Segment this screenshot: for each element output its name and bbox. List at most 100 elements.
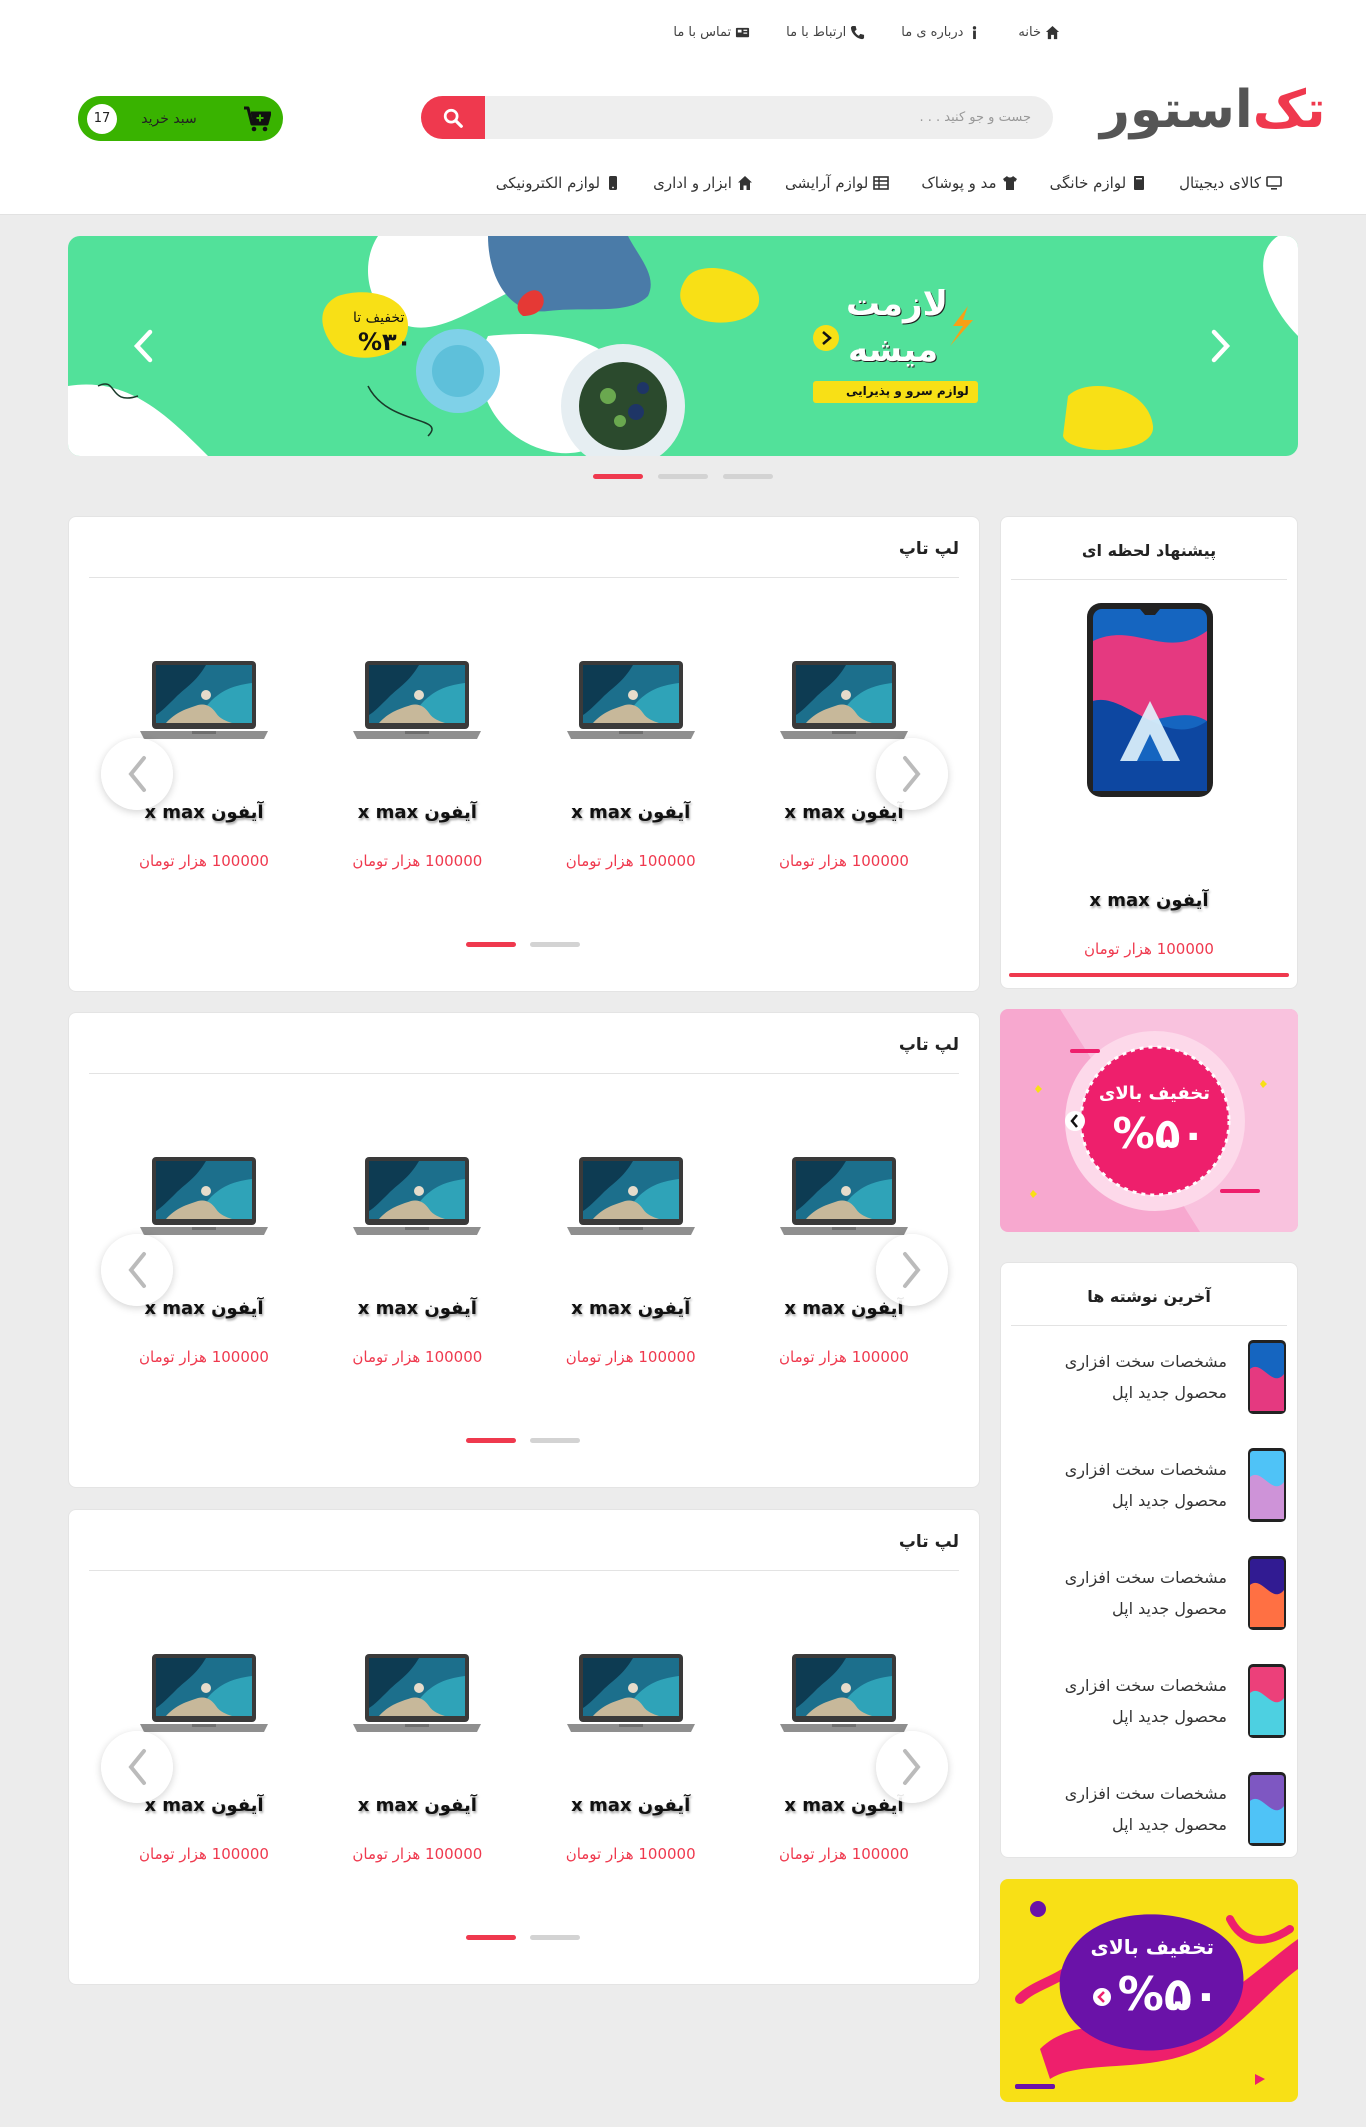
home-icon — [737, 176, 752, 190]
product-card[interactable]: آیفون x max 100000 هزار تومان — [546, 1123, 716, 1366]
section-title: لپ تاپ — [898, 539, 959, 559]
post-thumbnail[interactable] — [1247, 1447, 1287, 1523]
carousel-next-arrow[interactable] — [876, 1234, 948, 1306]
carousel-dot-active[interactable] — [466, 1935, 516, 1940]
category-office-tools[interactable]: ابزار و اداری — [653, 172, 753, 194]
topnav-home[interactable]: خانه — [1018, 20, 1060, 44]
post-title-line1: مشخصات سخت افزاری — [1064, 1568, 1227, 1587]
post-item[interactable]: مشخصات سخت افزاری محصول جدید اپل — [1013, 1337, 1287, 1417]
search-input[interactable] — [485, 96, 1053, 139]
post-item[interactable]: مشخصات سخت افزاری محصول جدید اپل — [1013, 1661, 1287, 1741]
post-thumbnail[interactable] — [1247, 1663, 1287, 1739]
carousel-dot-active[interactable] — [466, 1438, 516, 1443]
carousel-next-arrow[interactable] — [876, 1731, 948, 1803]
carousel-dot-active[interactable] — [466, 942, 516, 947]
product-name[interactable]: آیفون x max — [546, 802, 716, 823]
product-card[interactable]: آیفون x max 100000 هزار تومان — [332, 627, 502, 870]
post-text[interactable]: مشخصات سخت افزاری محصول جدید اپل — [1047, 1670, 1227, 1732]
carousel-next-arrow[interactable] — [876, 738, 948, 810]
carousel-dot[interactable] — [530, 942, 580, 947]
product-card[interactable]: آیفون x max 100000 هزار تومان — [546, 1620, 716, 1863]
laptop-image[interactable] — [776, 1650, 912, 1750]
instant-offer-divider — [1011, 579, 1287, 580]
category-electronics[interactable]: لوازم الکترونیکی — [496, 172, 621, 194]
hero-dot-1[interactable] — [723, 474, 773, 479]
offer-product-name[interactable]: آیفون x max — [1001, 890, 1297, 911]
product-price: 100000 هزار تومان — [565, 852, 696, 870]
post-item[interactable]: مشخصات سخت افزاری محصول جدید اپل — [1013, 1553, 1287, 1633]
hero-next-arrow[interactable] — [128, 326, 158, 366]
topnav-connect[interactable]: ارتباط با ما — [786, 20, 865, 44]
laptop-image[interactable] — [349, 657, 485, 757]
laptop-image[interactable] — [136, 657, 272, 757]
post-thumbnail[interactable] — [1247, 1555, 1287, 1631]
carousel-dot[interactable] — [530, 1935, 580, 1940]
post-thumbnail[interactable] — [1247, 1771, 1287, 1847]
carousel-pagination — [466, 942, 580, 947]
product-card[interactable]: آیفون x max 100000 هزار تومان — [546, 627, 716, 870]
post-item[interactable]: مشخصات سخت افزاری محصول جدید اپل — [1013, 1445, 1287, 1525]
hero-slider[interactable]: لازمت میشه لوازم سرو و پذیرایی تخفیف تا … — [68, 236, 1298, 456]
category-digital[interactable]: کالای دیجیتال — [1179, 172, 1282, 194]
post-item[interactable]: مشخصات سخت افزاری محصول جدید اپل — [1013, 1769, 1287, 1849]
hero-prev-arrow[interactable] — [1206, 326, 1236, 366]
product-price: 100000 هزار تومان — [779, 852, 909, 870]
laptop-image[interactable] — [563, 1153, 699, 1253]
carousel-prev-arrow[interactable] — [101, 1731, 173, 1803]
post-text[interactable]: مشخصات سخت افزاری محصول جدید اپل — [1047, 1778, 1227, 1840]
product-price: 100000 هزار تومان — [352, 852, 483, 870]
product-name[interactable]: آیفون x max — [546, 1795, 716, 1816]
product-name[interactable]: آیفون x max — [332, 1298, 502, 1319]
product-card[interactable]: آیفون x max 100000 هزار تومان — [332, 1123, 502, 1366]
product-name[interactable]: آیفون x max — [332, 802, 502, 823]
category-cosmetics-label: لوازم آرایشی — [784, 174, 869, 192]
search-icon — [443, 108, 463, 128]
banner-pink-value: %۵۰ — [1112, 1109, 1206, 1158]
offer-timer-bar — [1009, 973, 1289, 977]
carousel-prev-arrow[interactable] — [101, 1234, 173, 1306]
hero-discount-value: %۳۰ — [358, 328, 412, 356]
book-icon — [1134, 176, 1145, 190]
post-text[interactable]: مشخصات سخت افزاری محصول جدید اپل — [1047, 1454, 1227, 1516]
site-logo[interactable]: تک استور — [1100, 75, 1326, 145]
search-button[interactable] — [421, 96, 485, 139]
carousel-prev-arrow[interactable] — [101, 738, 173, 810]
post-text[interactable]: مشخصات سخت افزاری محصول جدید اپل — [1047, 1346, 1227, 1408]
carousel-dot[interactable] — [530, 1438, 580, 1443]
laptop-image[interactable] — [349, 1153, 485, 1253]
category-fashion[interactable]: مد و پوشاک — [921, 172, 1017, 194]
laptop-image[interactable] — [136, 1153, 272, 1253]
product-carousel: آیفون x max 100000 هزار تومان آیفون x ma… — [84, 1123, 964, 1366]
product-card[interactable]: آیفون x max 100000 هزار تومان — [332, 1620, 502, 1863]
laptop-image[interactable] — [776, 657, 912, 757]
category-digital-label: کالای دیجیتال — [1179, 174, 1261, 192]
topnav-contact[interactable]: تماس با ما — [673, 20, 750, 44]
info-icon — [973, 25, 977, 39]
product-section: لپ تاپ آیفون x max 100000 هزار تومان آیف… — [68, 1012, 980, 1488]
laptop-image[interactable] — [349, 1650, 485, 1750]
post-text[interactable]: مشخصات سخت افزاری محصول جدید اپل — [1047, 1562, 1227, 1624]
chevron-right-icon — [903, 1749, 921, 1785]
product-name[interactable]: آیفون x max — [546, 1298, 716, 1319]
hero-dot-3[interactable] — [593, 474, 643, 479]
category-cosmetics[interactable]: لوازم آرایشی — [784, 172, 890, 194]
topnav-contact-label: تماس با ما — [673, 24, 732, 40]
hero-dot-2[interactable] — [658, 474, 708, 479]
laptop-image[interactable] — [563, 1650, 699, 1750]
hero-pagination — [593, 474, 773, 479]
offer-phone-image[interactable] — [1085, 601, 1215, 799]
phone-icon — [851, 25, 865, 39]
post-thumbnail[interactable] — [1247, 1339, 1287, 1415]
discount-banner-yellow[interactable]: تخفیف بالای %۵۰ — [1000, 1879, 1298, 2102]
discount-banner-pink[interactable]: تخفیف بالای %۵۰ — [1000, 1009, 1298, 1232]
category-home-appliances[interactable]: لوازم خانگی — [1050, 172, 1148, 194]
topnav-about[interactable]: درباره ی ما — [901, 20, 982, 44]
laptop-image[interactable] — [776, 1153, 912, 1253]
section-divider — [89, 1570, 959, 1571]
laptop-image[interactable] — [136, 1650, 272, 1750]
laptop-image[interactable] — [563, 657, 699, 757]
hero-headline-line1: لازمت — [846, 284, 948, 324]
product-name[interactable]: آیفون x max — [332, 1795, 502, 1816]
logo-part2: استور — [1100, 80, 1253, 140]
cart-button[interactable]: سبد خرید 17 — [78, 96, 283, 141]
